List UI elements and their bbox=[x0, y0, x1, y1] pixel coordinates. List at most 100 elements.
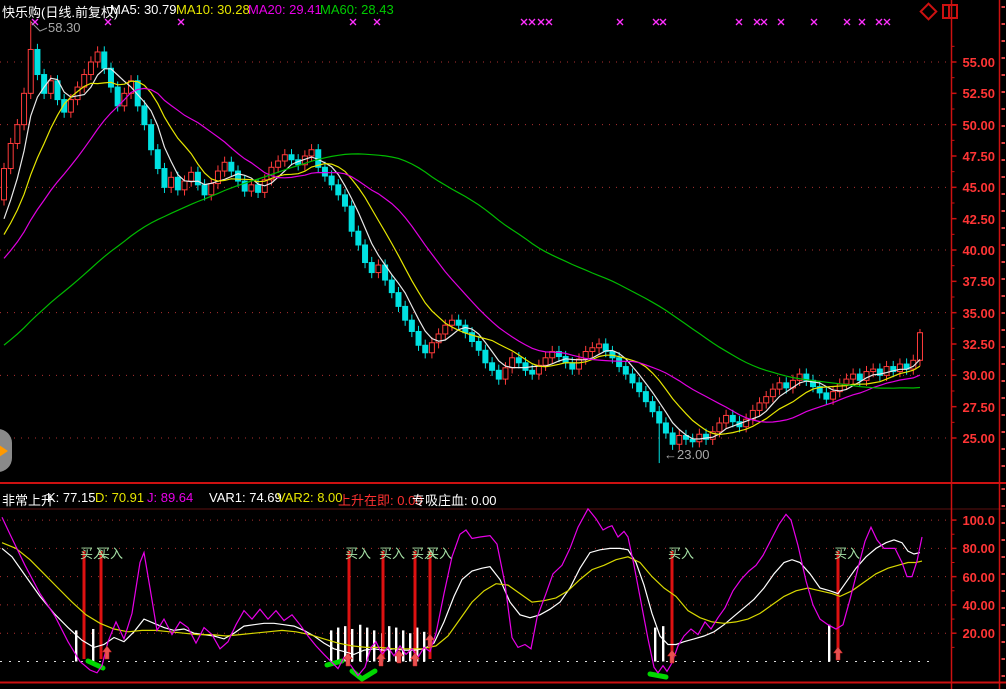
candle-up bbox=[770, 389, 775, 397]
indicator-axis-label: 20.00 bbox=[951, 626, 995, 641]
var-bar bbox=[359, 625, 361, 662]
scroll-strip-dash bbox=[1002, 6, 1006, 8]
candle-down bbox=[229, 162, 234, 171]
scroll-strip-dash bbox=[1002, 295, 1006, 297]
scroll-strip-dash bbox=[1002, 244, 1006, 246]
candle-up bbox=[309, 150, 314, 156]
indicator-header-segment: D: 70.91 bbox=[95, 490, 144, 505]
indicator-header-segment: 上升在即: 0.00 bbox=[338, 490, 423, 509]
candle-down bbox=[349, 206, 354, 231]
candle-down bbox=[617, 358, 622, 367]
price-axis-label: 40.00 bbox=[951, 243, 995, 258]
marker-x-icon bbox=[736, 19, 742, 25]
indicator-axis-label: 80.00 bbox=[951, 541, 995, 556]
candle-up bbox=[169, 177, 174, 187]
indicator-axis-label: 40.00 bbox=[951, 598, 995, 613]
candle-up bbox=[443, 325, 448, 334]
candle-down bbox=[115, 87, 120, 106]
candle-down bbox=[369, 263, 374, 273]
main-price-chart[interactable] bbox=[0, 0, 1006, 484]
candle-down bbox=[463, 325, 468, 333]
scroll-strip-dash bbox=[1002, 573, 1006, 575]
price-axis-label: 32.50 bbox=[951, 337, 995, 352]
indicator-axis-label: 60.00 bbox=[951, 570, 995, 585]
scroll-strip-dash bbox=[1002, 641, 1006, 643]
candle-up bbox=[88, 62, 93, 75]
candle-down bbox=[175, 177, 180, 190]
j-line bbox=[2, 509, 922, 676]
price-axis-label: 25.00 bbox=[951, 431, 995, 446]
scroll-strip-dash bbox=[1002, 91, 1006, 93]
price-axis-label: 47.50 bbox=[951, 149, 995, 164]
candle-up bbox=[189, 172, 194, 181]
var-bar bbox=[409, 633, 411, 661]
var-bar bbox=[662, 626, 664, 661]
marker-x-icon bbox=[876, 19, 882, 25]
marker-x-icon bbox=[859, 19, 865, 25]
scroll-strip-dash bbox=[1002, 74, 1006, 76]
low-price-annotation: ←23.00 bbox=[664, 447, 710, 462]
candle-down bbox=[396, 293, 401, 307]
candle-up bbox=[597, 344, 602, 348]
candle-up bbox=[68, 100, 73, 113]
candle-up bbox=[429, 343, 434, 353]
candle-down bbox=[403, 306, 408, 320]
scroll-strip-dash bbox=[1002, 227, 1006, 229]
buy-signal-label: 买入 bbox=[668, 543, 694, 562]
marker-x-icon bbox=[374, 19, 380, 25]
title-segment: MA20: 29.41 bbox=[248, 2, 322, 17]
scroll-strip-dash bbox=[1002, 539, 1006, 541]
window-maximize-icon[interactable] bbox=[942, 4, 958, 19]
marker-x-icon bbox=[538, 19, 544, 25]
candle-up bbox=[503, 368, 508, 379]
candle-down bbox=[784, 383, 789, 388]
candle-down bbox=[423, 345, 428, 353]
candle-down bbox=[389, 280, 394, 293]
buy-signal-label: 买入 bbox=[379, 543, 405, 562]
marker-x-icon bbox=[529, 19, 535, 25]
kdj-indicator-chart[interactable] bbox=[0, 484, 1006, 689]
candle-up bbox=[276, 161, 281, 167]
candle-down bbox=[336, 185, 341, 195]
candle-down bbox=[630, 374, 635, 383]
price-axis-label: 55.00 bbox=[951, 55, 995, 70]
candle-down bbox=[530, 370, 535, 374]
scroll-strip-dash bbox=[1002, 142, 1006, 144]
candle-down bbox=[162, 169, 167, 188]
candle-down bbox=[690, 439, 695, 442]
var-bar bbox=[402, 630, 404, 661]
scroll-strip-dash bbox=[1002, 261, 1006, 263]
candle-down bbox=[289, 155, 294, 160]
candle-down bbox=[523, 363, 528, 371]
scroll-strip-dash bbox=[1002, 57, 1006, 59]
scroll-strip-dash bbox=[1002, 193, 1006, 195]
candle-down bbox=[356, 231, 361, 245]
candle-up bbox=[22, 93, 27, 124]
marker-x-icon bbox=[521, 19, 527, 25]
candle-down bbox=[329, 176, 334, 185]
candle-down bbox=[637, 383, 642, 392]
candle-up bbox=[884, 367, 889, 376]
var-bar bbox=[654, 628, 656, 662]
candle-down bbox=[202, 185, 207, 195]
candle-up bbox=[249, 185, 254, 191]
price-axis-label: 30.00 bbox=[951, 368, 995, 383]
candle-up bbox=[209, 184, 214, 195]
diamond-icon[interactable] bbox=[919, 2, 937, 20]
scroll-strip-dash bbox=[1002, 346, 1006, 348]
scroll-strip-dash bbox=[1002, 675, 1006, 677]
candle-down bbox=[496, 370, 501, 379]
candle-down bbox=[322, 167, 327, 176]
candle-down bbox=[142, 106, 147, 125]
candle-up bbox=[576, 359, 581, 369]
candle-down bbox=[256, 185, 261, 193]
scroll-strip-dash bbox=[1002, 278, 1006, 280]
scroll-strip-dash bbox=[1002, 312, 1006, 314]
candle-down bbox=[483, 350, 488, 363]
price-axis-label: 27.50 bbox=[951, 400, 995, 415]
candle-up bbox=[376, 265, 381, 273]
buy-signal-label: 买入 bbox=[834, 543, 860, 562]
buy-arrow-icon bbox=[834, 647, 843, 660]
candle-up bbox=[777, 383, 782, 389]
scroll-strip-dash bbox=[1002, 159, 1006, 161]
